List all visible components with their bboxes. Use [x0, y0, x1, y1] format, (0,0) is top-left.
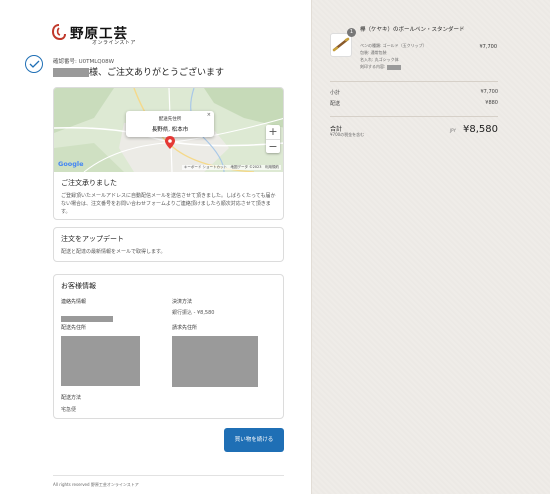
billing-address-section: 請求先住所 — [172, 324, 258, 387]
footer-text[interactable]: All rights reserved 野原工芸オンラインストア — [53, 482, 139, 488]
redacted-contact — [61, 315, 113, 322]
product-price: ¥7,700 — [479, 44, 498, 50]
subtotal-label: 小計 — [330, 90, 341, 96]
shipping-address-section: 配送先住所 — [61, 324, 140, 386]
product-options: ペンの種類: ゴールド（玉クリップ） 包装: 通常包装 名入れ: 丸ゴシック体 … — [360, 42, 427, 70]
thanks-text: 様、ご注文ありがとうございます — [89, 68, 225, 78]
map-zoom-controls: + − — [266, 125, 280, 153]
zoom-out-button[interactable]: − — [266, 139, 280, 153]
order-received-section: ご注文承りました ご登録頂いたメールアドレスに自動配信メールを送信させて頂きまし… — [54, 172, 283, 219]
contact-label: 連絡先情報 — [61, 299, 87, 305]
popup-place: 長野県, 松本市 — [151, 127, 189, 133]
quantity-badge: 1 — [347, 28, 356, 37]
total-divider — [330, 116, 498, 117]
order-summary-panel — [311, 0, 550, 494]
subtotal-value: ¥7,700 — [480, 89, 499, 95]
payment-section: 決済方法 銀行振込 - ¥8,580 — [172, 298, 214, 316]
redacted-engraving — [387, 64, 402, 70]
check-circle-icon — [25, 55, 43, 73]
zoom-in-button[interactable]: + — [266, 125, 280, 139]
product-option-wrapping: 包装: 通常包装 — [360, 50, 387, 55]
tax-note: ¥700の税金を含む — [330, 132, 365, 137]
product-option-engraving-font: 名入れ: 丸ゴシック体 — [360, 57, 399, 62]
delivery-method-label: 配送方法 — [61, 395, 82, 401]
engraving-text-label: 刻印する内容: — [360, 64, 386, 69]
map-footer[interactable]: キーボード ショートカット 地図データ ©2023 利用規約 — [181, 165, 281, 170]
product-option-engraving-text: 刻印する内容: — [360, 63, 427, 70]
shipping-label: 配送 — [330, 101, 341, 107]
redacted-name — [53, 68, 89, 77]
popup-label: 配送先住所 — [158, 117, 182, 122]
continue-shopping-button[interactable]: 買い物を続ける — [224, 428, 284, 452]
logo-mark-icon — [51, 24, 66, 41]
subtotal-row: 小計 ¥7,700 — [330, 89, 498, 96]
redacted-billing-address — [172, 336, 258, 387]
customer-info-card: お客様情報 連絡先情報 決済方法 銀行振込 - ¥8,580 配送先住所 請求先… — [53, 274, 284, 419]
customer-info-title: お客様情報 — [61, 282, 96, 290]
redacted-shipping-address — [61, 336, 140, 386]
product-name: 欅（ケヤキ）のボールペン・スタンダード — [360, 27, 465, 33]
map-pin-icon[interactable] — [165, 136, 175, 149]
summary-divider — [330, 81, 498, 82]
shipping-value: ¥880 — [485, 100, 498, 106]
contact-section: 連絡先情報 — [61, 298, 113, 324]
order-number: 確認番号: U0TMLQ08W — [53, 59, 115, 65]
map-info-popup: × 配送先住所 長野県, 松本市 — [126, 111, 214, 137]
payment-value: 銀行振込 - ¥8,580 — [172, 310, 215, 316]
order-updates-body: 配送と配達の最新情報をメールで取得します。 — [61, 249, 166, 255]
thanks-heading: 様、ご注文ありがとうございます — [53, 65, 224, 78]
footer-divider — [53, 475, 284, 476]
order-updates-title: 注文をアップデート — [61, 235, 124, 243]
close-icon[interactable]: × — [207, 112, 211, 118]
order-received-title: ご注文承りました — [61, 179, 117, 187]
confirmation-card: × 配送先住所 長野県, 松本市 + − Google キーボード ショートカッ… — [53, 87, 284, 220]
google-logo[interactable]: Google — [58, 160, 84, 168]
product-option-pen-type: ペンの種類: ゴールド（玉クリップ） — [360, 43, 427, 48]
total-value: ¥8,580 — [463, 124, 498, 135]
logo-subtitle: オンラインストア — [92, 40, 136, 46]
payment-label: 決済方法 — [172, 299, 193, 305]
shipping-row: 配送 ¥880 — [330, 100, 498, 107]
order-received-body: ご登録頂いたメールアドレスに自動配信メールを送信させて頂きました。しばらくたって… — [61, 193, 276, 215]
delivery-map[interactable]: × 配送先住所 長野県, 松本市 + − Google キーボード ショートカッ… — [54, 88, 283, 172]
currency-code: JPY — [450, 128, 456, 133]
order-updates-card: 注文をアップデート 配送と配達の最新情報をメールで取得します。 — [53, 227, 284, 262]
delivery-method-value: 宅急便 — [61, 407, 77, 413]
shipping-address-label: 配送先住所 — [61, 325, 87, 331]
delivery-method-section: 配送方法 宅急便 — [61, 394, 81, 413]
billing-address-label: 請求先住所 — [172, 325, 198, 331]
